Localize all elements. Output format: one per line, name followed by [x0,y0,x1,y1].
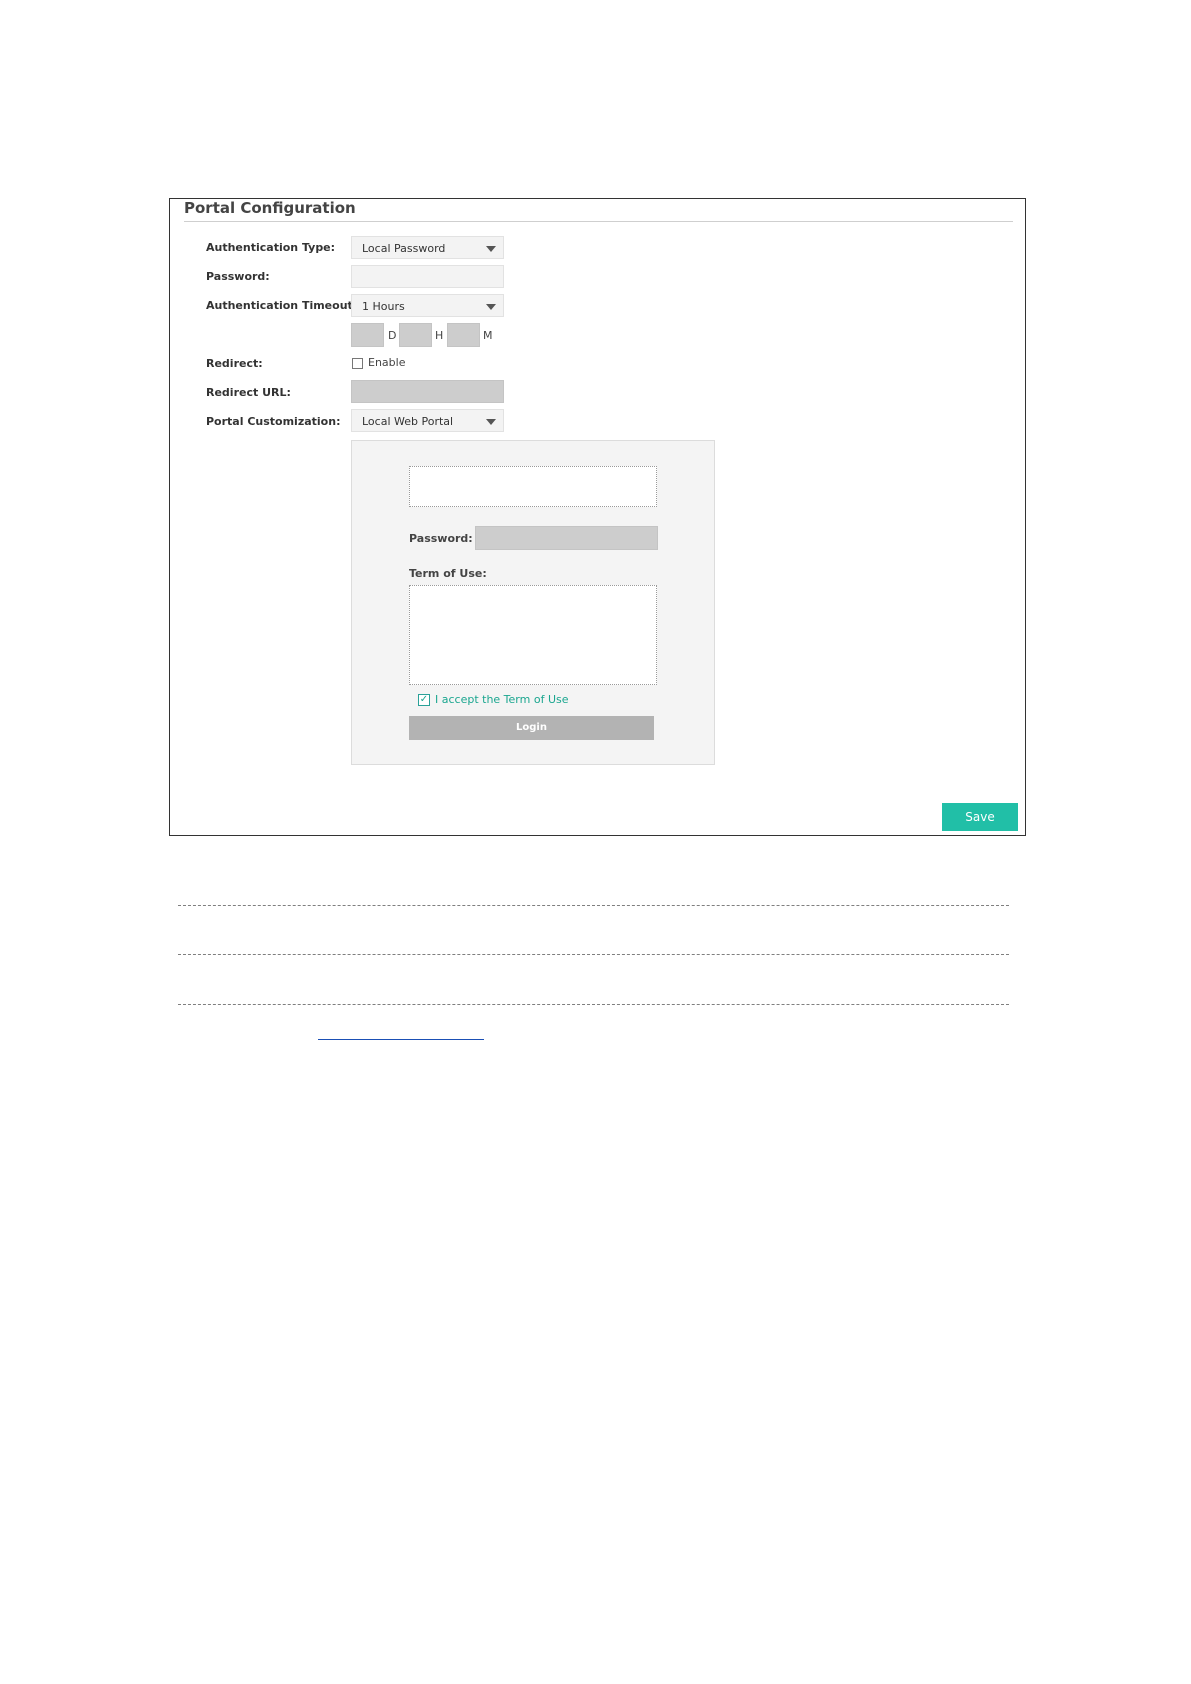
title-divider [184,221,1013,222]
auth-type-label: Authentication Type: [206,241,336,254]
password-input[interactable] [351,265,504,288]
timeout-minutes-input[interactable] [447,323,480,347]
portal-preview: Password: Term of Use: ✓ I accept the Te… [351,440,715,765]
timeout-days-unit: D [388,329,397,342]
panel-title: Portal Configuration [184,199,356,217]
timeout-hours-unit: H [435,329,444,342]
accept-terms-label: I accept the Term of Use [435,693,569,706]
preview-logo-area [409,466,657,507]
timeout-days-input[interactable] [351,323,384,347]
auth-timeout-value: 1 Hours [362,300,405,313]
portal-customization-value: Local Web Portal [362,415,454,428]
redirect-label: Redirect: [206,357,263,370]
auth-type-value: Local Password [362,242,446,255]
redirect-url-label: Redirect URL: [206,386,291,399]
redirect-enable-label: Enable [368,356,406,369]
chevron-down-icon [486,304,496,310]
chevron-down-icon [486,419,496,425]
preview-password-input[interactable] [475,526,658,550]
auth-type-select[interactable]: Local Password [351,236,504,259]
timeout-hours-input[interactable] [399,323,432,347]
portal-configuration-panel: Portal Configuration Authentication Type… [169,198,1026,836]
auth-timeout-label: Authentication Timeout: [206,299,358,312]
login-button[interactable]: Login [409,716,654,740]
timeout-minutes-unit: M [483,329,493,342]
note-dashed-line [178,954,1009,955]
preview-terms-box[interactable] [409,585,657,685]
link-underline[interactable] [318,1039,484,1040]
redirect-enable-checkbox[interactable] [352,358,363,369]
auth-timeout-select[interactable]: 1 Hours [351,294,504,317]
portal-customization-select[interactable]: Local Web Portal [351,409,504,432]
redirect-url-input[interactable] [351,380,504,403]
chevron-down-icon [486,246,496,252]
preview-terms-label: Term of Use: [409,567,487,580]
save-button[interactable]: Save [942,803,1018,831]
note-dashed-line [178,1004,1009,1005]
password-label: Password: [206,270,270,283]
preview-password-label: Password: [409,532,473,545]
portal-customization-label: Portal Customization: [206,415,341,428]
checkmark-icon[interactable]: ✓ [418,694,430,706]
note-dashed-line [178,905,1009,906]
